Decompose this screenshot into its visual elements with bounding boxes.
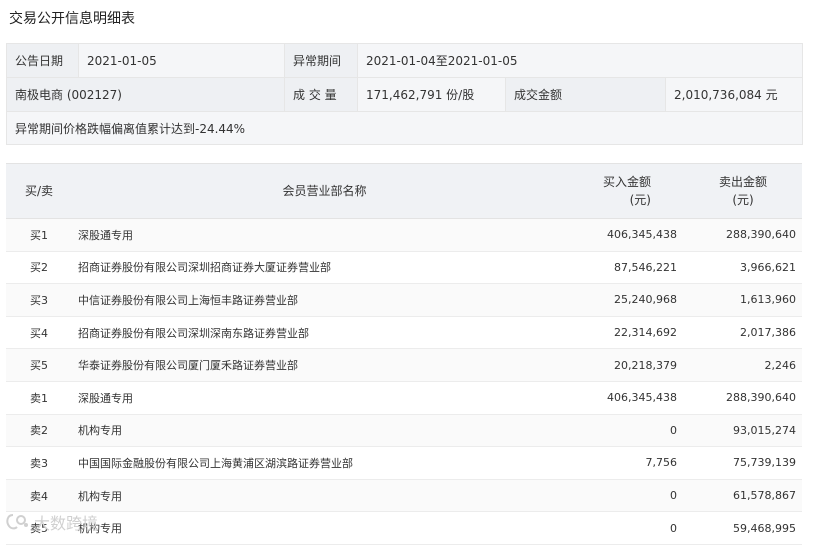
row-side: 卖4 [6,479,72,513]
row-side: 买3 [6,283,72,317]
volume-label: 成 交 量 [284,77,358,112]
row-buy: 0 [577,414,683,448]
row-buy: 7,756 [577,446,683,480]
row-buy: 22,314,692 [577,316,683,350]
table-row: 买1 深股通专用 406,345,438 288,390,640 [6,218,802,252]
stock-name: 南极电商 (002127) [6,77,285,112]
table-row: 买4 招商证券股份有限公司深圳深南东路证券营业部 22,314,692 2,01… [6,316,802,350]
page-title: 交易公开信息明细表 [9,11,135,27]
row-buy: 25,240,968 [577,283,683,317]
info-table: 公告日期 2021-01-05 异常期间 2021-01-04至2021-01-… [5,43,804,145]
row-buy: 20,218,379 [577,348,683,382]
header-side: 买/卖 [6,163,72,219]
amount-value: 2,010,736,084 元 [664,77,804,112]
header-dept: 会员营业部名称 [72,163,577,219]
row-buy: 0 [577,479,683,513]
table-row: 买2 招商证券股份有限公司深圳招商证券大厦证券营业部 87,546,221 3,… [6,251,802,285]
row-dept: 招商证券股份有限公司深圳招商证券大厦证券营业部 [72,251,577,285]
table-row: 买5 华泰证券股份有限公司厦门厦禾路证券营业部 20,218,379 2,246 [6,348,802,382]
row-side: 卖2 [6,414,72,448]
header-buy-unit: (元) [629,193,651,207]
table-row: 买3 中信证券股份有限公司上海恒丰路证券营业部 25,240,968 1,613… [6,283,802,317]
volume-value: 171,462,791 份/股 [357,77,506,112]
row-dept: 深股通专用 [72,381,577,415]
row-side: 买1 [6,218,72,252]
row-sell: 1,613,960 [683,283,802,317]
header-buy: 买入金额 (元) [577,163,683,219]
row-dept: 华泰证券股份有限公司厦门厦禾路证券营业部 [72,348,577,382]
row-side: 卖1 [6,381,72,415]
row-sell: 2,246 [683,348,802,382]
row-side: 买2 [6,251,72,285]
announce-date-value: 2021-01-05 [78,43,285,78]
abnormal-note: 异常期间价格跌幅偏离值累计达到-24.44% [5,111,804,145]
announce-date-label: 公告日期 [6,43,79,78]
table-row: 卖2 机构专用 0 93,015,274 [6,414,802,448]
row-dept: 中国国际金融股份有限公司上海黄浦区湖滨路证券营业部 [72,446,577,480]
table-header-row: 买/卖 会员营业部名称 买入金额 (元) 卖出金额 (元) [6,163,802,219]
period-label: 异常期间 [284,43,358,78]
row-dept: 招商证券股份有限公司深圳深南东路证券营业部 [72,316,577,350]
amount-label: 成交金额 [505,77,666,112]
row-dept: 机构专用 [72,479,577,513]
row-sell: 61,578,867 [683,479,802,513]
table-row: 卖4 机构专用 0 61,578,867 [6,479,802,513]
header-sell-unit: (元) [732,193,754,207]
row-dept: 中信证券股份有限公司上海恒丰路证券营业部 [72,283,577,317]
table-row: 卖3 中国国际金融股份有限公司上海黄浦区湖滨路证券营业部 7,756 75,73… [6,446,802,480]
period-value: 2021-01-04至2021-01-05 [356,43,804,78]
row-side: 买4 [6,316,72,350]
row-sell: 288,390,640 [683,218,802,252]
row-sell: 2,017,386 [683,316,802,350]
header-sell: 卖出金额 (元) [683,163,802,219]
row-dept: 深股通专用 [72,218,577,252]
row-sell: 75,739,139 [683,446,802,480]
row-dept: 机构专用 [72,414,577,448]
trade-detail-table: 买/卖 会员营业部名称 买入金额 (元) 卖出金额 (元) 买1 深股通专用 4… [6,163,802,545]
row-sell: 93,015,274 [683,414,802,448]
header-sell-title: 卖出金额 [718,175,767,189]
row-side: 买5 [6,348,72,382]
row-buy: 87,546,221 [577,251,683,285]
watermark: 大数跨境 [4,510,98,534]
header-buy-title: 买入金额 [602,175,651,189]
table-row: 卖1 深股通专用 406,345,438 288,390,640 [6,381,802,415]
row-buy: 406,345,438 [577,381,683,415]
brand-logo-icon [6,514,28,530]
row-sell: 3,966,621 [683,251,802,285]
row-sell: 288,390,640 [683,381,802,415]
row-side: 卖3 [6,446,72,480]
row-buy: 406,345,438 [577,218,683,252]
watermark-text: 大数跨境 [34,514,99,533]
